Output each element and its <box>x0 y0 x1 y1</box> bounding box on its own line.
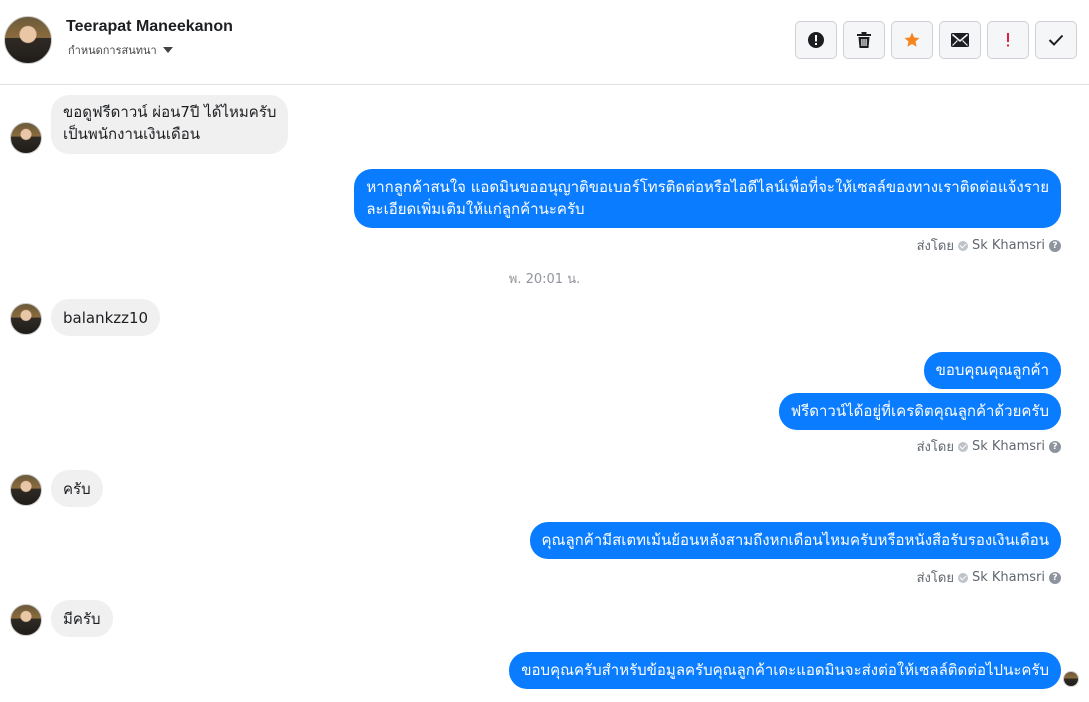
contact-name[interactable]: Teerapat Maneekanon <box>66 18 233 36</box>
star-button[interactable] <box>891 21 933 59</box>
incoming-message[interactable]: ครับ <box>51 470 103 507</box>
message-text: คุณลูกค้ามีสเตทเม้นย้อนหลังสามถึงหกเดือน… <box>541 531 1050 549</box>
message-text: ฟรีดาวน์ได้อยู่ที่เครดิตคุณลูกค้าด้วยครั… <box>790 402 1049 420</box>
verified-check-icon <box>957 572 968 583</box>
sent-by-label: ส่งโดย Sk Khamsri ? <box>917 567 1061 588</box>
message-timestamp: พ. 20:01 น. <box>508 272 581 287</box>
incoming-message[interactable]: balankzz10 <box>51 299 161 336</box>
help-icon[interactable]: ? <box>1049 571 1061 584</box>
sent-by-prefix: ส่งโดย <box>916 571 954 586</box>
sent-by-prefix: ส่งโดย <box>916 440 954 455</box>
incoming-message[interactable]: มีครับ <box>51 600 113 637</box>
outgoing-message[interactable]: ขอบคุณคุณลูกค้า <box>923 352 1061 389</box>
sender-avatar[interactable] <box>10 474 42 506</box>
star-icon <box>904 32 920 47</box>
message-text: ขอบคุณครับสำหรับข้อมูลครับคุณลูกค้าเดะแอ… <box>521 661 1049 679</box>
conversation-settings-dropdown[interactable]: กำหนดการสนทนา <box>68 41 173 59</box>
sent-by-prefix: ส่งโดย <box>916 239 954 254</box>
outgoing-message[interactable]: ขอบคุณครับสำหรับข้อมูลครับคุณลูกค้าเดะแอ… <box>509 652 1061 689</box>
sent-by-agent: Sk Khamsri <box>971 570 1045 585</box>
check-icon <box>1048 34 1064 46</box>
exclamation-icon <box>1007 33 1009 47</box>
mark-done-button[interactable] <box>1035 21 1077 59</box>
conversation-settings-label: กำหนดการสนทนา <box>68 44 157 57</box>
incoming-message[interactable]: ขอดูฟรีดาวน์ ผ่อน7ปี ได้ไหมครับ เป็นพนัก… <box>51 95 289 154</box>
sent-by-agent: Sk Khamsri <box>971 238 1045 253</box>
message-text-line: เป็นพนักงานเงินเดือน <box>63 125 200 143</box>
message-text: ขอบคุณคุณลูกค้า <box>935 361 1049 379</box>
action-toolbar <box>795 21 1077 59</box>
message-text-line: ขอดูฟรีดาวน์ ผ่อน7ปี ได้ไหมครับ <box>63 103 277 121</box>
outgoing-message[interactable]: หากลูกค้าสนใจ แอดมินขออนุญาติขอเบอร์โทรต… <box>354 169 1061 228</box>
verified-check-icon <box>957 240 968 251</box>
message-text: balankzz10 <box>63 309 149 327</box>
contact-avatar[interactable] <box>4 16 52 64</box>
message-text: ครับ <box>63 480 91 498</box>
sent-by-agent: Sk Khamsri <box>971 439 1045 454</box>
conversation-header: Teerapat Maneekanon กำหนดการสนทนา <box>0 0 1089 85</box>
mark-important-button[interactable] <box>987 21 1029 59</box>
trash-icon <box>857 32 871 48</box>
seen-receipt-avatar <box>1063 671 1079 687</box>
sent-by-label: ส่งโดย Sk Khamsri ? <box>917 235 1061 256</box>
message-text-line: หากลูกค้าสนใจ แอดมินขออนุญาติขอเบอร์โทรต… <box>366 178 1049 196</box>
mark-spam-button[interactable] <box>795 21 837 59</box>
alert-circle-icon <box>808 32 824 48</box>
sent-by-label: ส่งโดย Sk Khamsri ? <box>917 436 1061 457</box>
envelope-icon <box>951 33 969 47</box>
delete-button[interactable] <box>843 21 885 59</box>
outgoing-message[interactable]: ฟรีดาวน์ได้อยู่ที่เครดิตคุณลูกค้าด้วยครั… <box>778 393 1061 430</box>
caret-down-icon <box>162 47 173 53</box>
help-icon[interactable]: ? <box>1049 239 1061 252</box>
message-text: มีครับ <box>63 610 101 628</box>
sender-avatar[interactable] <box>10 604 42 636</box>
help-icon[interactable]: ? <box>1049 440 1061 453</box>
sender-avatar[interactable] <box>10 122 42 154</box>
outgoing-message[interactable]: คุณลูกค้ามีสเตทเม้นย้อนหลังสามถึงหกเดือน… <box>529 522 1061 559</box>
message-text-line: ละเอียดเพิ่มเติมให้แก่ลูกค้านะครับ <box>366 200 585 218</box>
verified-check-icon <box>957 441 968 452</box>
mark-unread-button[interactable] <box>939 21 981 59</box>
sender-avatar[interactable] <box>10 303 42 335</box>
